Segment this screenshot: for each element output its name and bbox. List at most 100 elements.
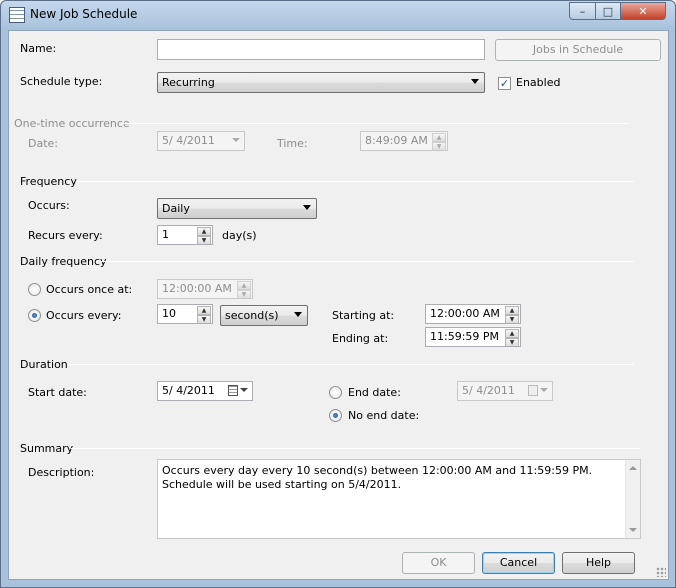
occurs-value: Daily (162, 202, 190, 215)
chevron-down-icon[interactable] (540, 388, 548, 392)
name-input[interactable] (157, 39, 485, 60)
spin-down-icon[interactable]: ▼ (197, 236, 211, 244)
one-time-section-label: One-time occurrence (14, 117, 130, 130)
start-date-value: 5/ 4/2011 (162, 384, 215, 397)
minimize-button[interactable]: – (569, 2, 596, 20)
close-button[interactable]: ✕ (620, 2, 666, 20)
name-label: Name: (20, 42, 57, 55)
summary-section-label: Summary (20, 442, 74, 455)
spin-buttons[interactable]: ▲ ▼ (505, 329, 519, 346)
end-date-radio[interactable] (329, 386, 342, 399)
calendar-grid-icon (9, 7, 25, 23)
occurs-every-stepper[interactable]: 10 ▲ ▼ (157, 304, 213, 324)
occurs-every-value: 10 (162, 307, 176, 320)
occurs-label: Occurs: (28, 199, 70, 212)
one-time-divider (122, 123, 629, 124)
spin-buttons[interactable]: ▲ ▼ (432, 133, 446, 150)
resize-grip-icon[interactable] (656, 567, 666, 577)
daily-frequency-section-label: Daily frequency (20, 255, 107, 268)
maximize-icon: □ (602, 4, 614, 18)
ending-at-label: Ending at: (332, 332, 389, 345)
description-text: Occurs every day every 10 second(s) betw… (162, 464, 593, 491)
starting-at-time-stepper[interactable]: 12:00:00 AM ▲ ▼ (425, 304, 521, 324)
frequency-divider (77, 181, 634, 182)
spin-up-icon[interactable]: ▲ (197, 227, 211, 236)
maximize-button[interactable]: □ (595, 2, 621, 20)
schedule-type-select[interactable]: Recurring (157, 72, 485, 93)
description-label: Description: (28, 466, 95, 479)
occurs-every-radio[interactable] (28, 309, 41, 322)
spin-up-icon[interactable]: ▲ (237, 281, 251, 290)
one-time-date-value: 5/ 4/2011 (162, 134, 215, 147)
end-date-label[interactable]: End date: (348, 386, 401, 399)
duration-divider (69, 364, 634, 365)
spin-down-icon[interactable]: ▼ (505, 338, 519, 346)
window-title: New Job Schedule (30, 7, 138, 21)
spin-buttons[interactable]: ▲ ▼ (197, 227, 211, 244)
close-icon: ✕ (638, 4, 648, 18)
ok-button[interactable]: OK (402, 552, 475, 574)
spin-up-icon[interactable]: ▲ (505, 306, 519, 315)
recurs-every-label: Recurs every: (28, 229, 103, 242)
no-end-date-label[interactable]: No end date: (348, 409, 419, 422)
spin-down-icon[interactable]: ▼ (505, 315, 519, 323)
minimize-icon: – (579, 4, 586, 18)
dialog-window: New Job Schedule – □ ✕ Name: Jobs in Sch… (0, 0, 676, 588)
recurs-unit-label: day(s) (222, 229, 257, 242)
starting-at-label: Starting at: (332, 309, 395, 322)
spin-up-icon[interactable]: ▲ (505, 329, 519, 338)
occurs-select[interactable]: Daily (157, 198, 317, 219)
occurs-every-label[interactable]: Occurs every: (46, 309, 121, 322)
occurs-once-label[interactable]: Occurs once at: (46, 283, 132, 296)
help-button[interactable]: Help (562, 552, 635, 574)
occurs-every-unit-value: second(s) (225, 309, 279, 322)
one-time-date-picker[interactable]: 5/ 4/2011 (157, 131, 245, 151)
occurs-once-time-value: 12:00:00 AM (162, 282, 232, 295)
spin-buttons[interactable]: ▲ ▼ (505, 306, 519, 323)
spin-up-icon[interactable]: ▲ (197, 306, 211, 315)
occurs-every-unit-select[interactable]: second(s) (220, 305, 308, 326)
one-time-time-value: 8:49:09 AM (365, 134, 428, 147)
schedule-type-value: Recurring (162, 76, 215, 89)
chevron-down-icon (303, 205, 311, 210)
end-date-value: 5/ 4/2011 (462, 384, 515, 397)
occurs-once-radio[interactable] (28, 283, 41, 296)
jobs-in-schedule-button[interactable]: Jobs in Schedule (495, 39, 661, 61)
scroll-down-icon[interactable] (629, 528, 637, 532)
daily-frequency-divider (101, 261, 634, 262)
chevron-down-icon[interactable] (240, 388, 248, 392)
spin-down-icon[interactable]: ▼ (197, 315, 211, 323)
recurs-every-value: 1 (162, 228, 169, 241)
description-scrollbar[interactable] (625, 460, 640, 538)
chevron-down-icon (294, 312, 302, 317)
spin-down-icon[interactable]: ▼ (237, 290, 251, 298)
occurs-once-time-stepper[interactable]: 12:00:00 AM ▲ ▼ (157, 279, 253, 299)
frequency-section-label: Frequency (20, 175, 77, 188)
recurs-every-stepper[interactable]: 1 ▲ ▼ (157, 225, 213, 245)
description-textarea[interactable]: Occurs every day every 10 second(s) betw… (157, 459, 641, 539)
spin-down-icon[interactable]: ▼ (432, 142, 446, 150)
dialog-body: Name: Jobs in Schedule Schedule type: Re… (8, 30, 669, 580)
end-date-picker[interactable]: 5/ 4/2011 (457, 381, 553, 401)
start-date-picker[interactable]: 5/ 4/2011 (157, 381, 253, 401)
enabled-checkbox[interactable]: ✓ (498, 77, 511, 90)
ending-at-time-stepper[interactable]: 11:59:59 PM ▲ ▼ (425, 327, 521, 347)
starting-at-value: 12:00:00 AM (430, 307, 500, 320)
start-date-label: Start date: (28, 386, 87, 399)
one-time-time-label: Time: (277, 137, 308, 150)
one-time-date-label: Date: (28, 137, 58, 150)
scroll-up-icon[interactable] (629, 466, 637, 470)
no-end-date-radio[interactable] (329, 409, 342, 422)
spin-buttons[interactable]: ▲ ▼ (237, 281, 251, 298)
calendar-icon[interactable] (228, 385, 238, 396)
calendar-icon[interactable] (528, 385, 538, 396)
enabled-label[interactable]: Enabled (516, 76, 560, 89)
schedule-type-label: Schedule type: (20, 75, 103, 88)
ending-at-value: 11:59:59 PM (430, 330, 500, 343)
cancel-button[interactable]: Cancel (482, 552, 555, 574)
chevron-down-icon (232, 138, 240, 142)
summary-divider (71, 448, 640, 449)
spin-up-icon[interactable]: ▲ (432, 133, 446, 142)
spin-buttons[interactable]: ▲ ▼ (197, 306, 211, 323)
one-time-time-stepper[interactable]: 8:49:09 AM ▲ ▼ (360, 131, 448, 151)
